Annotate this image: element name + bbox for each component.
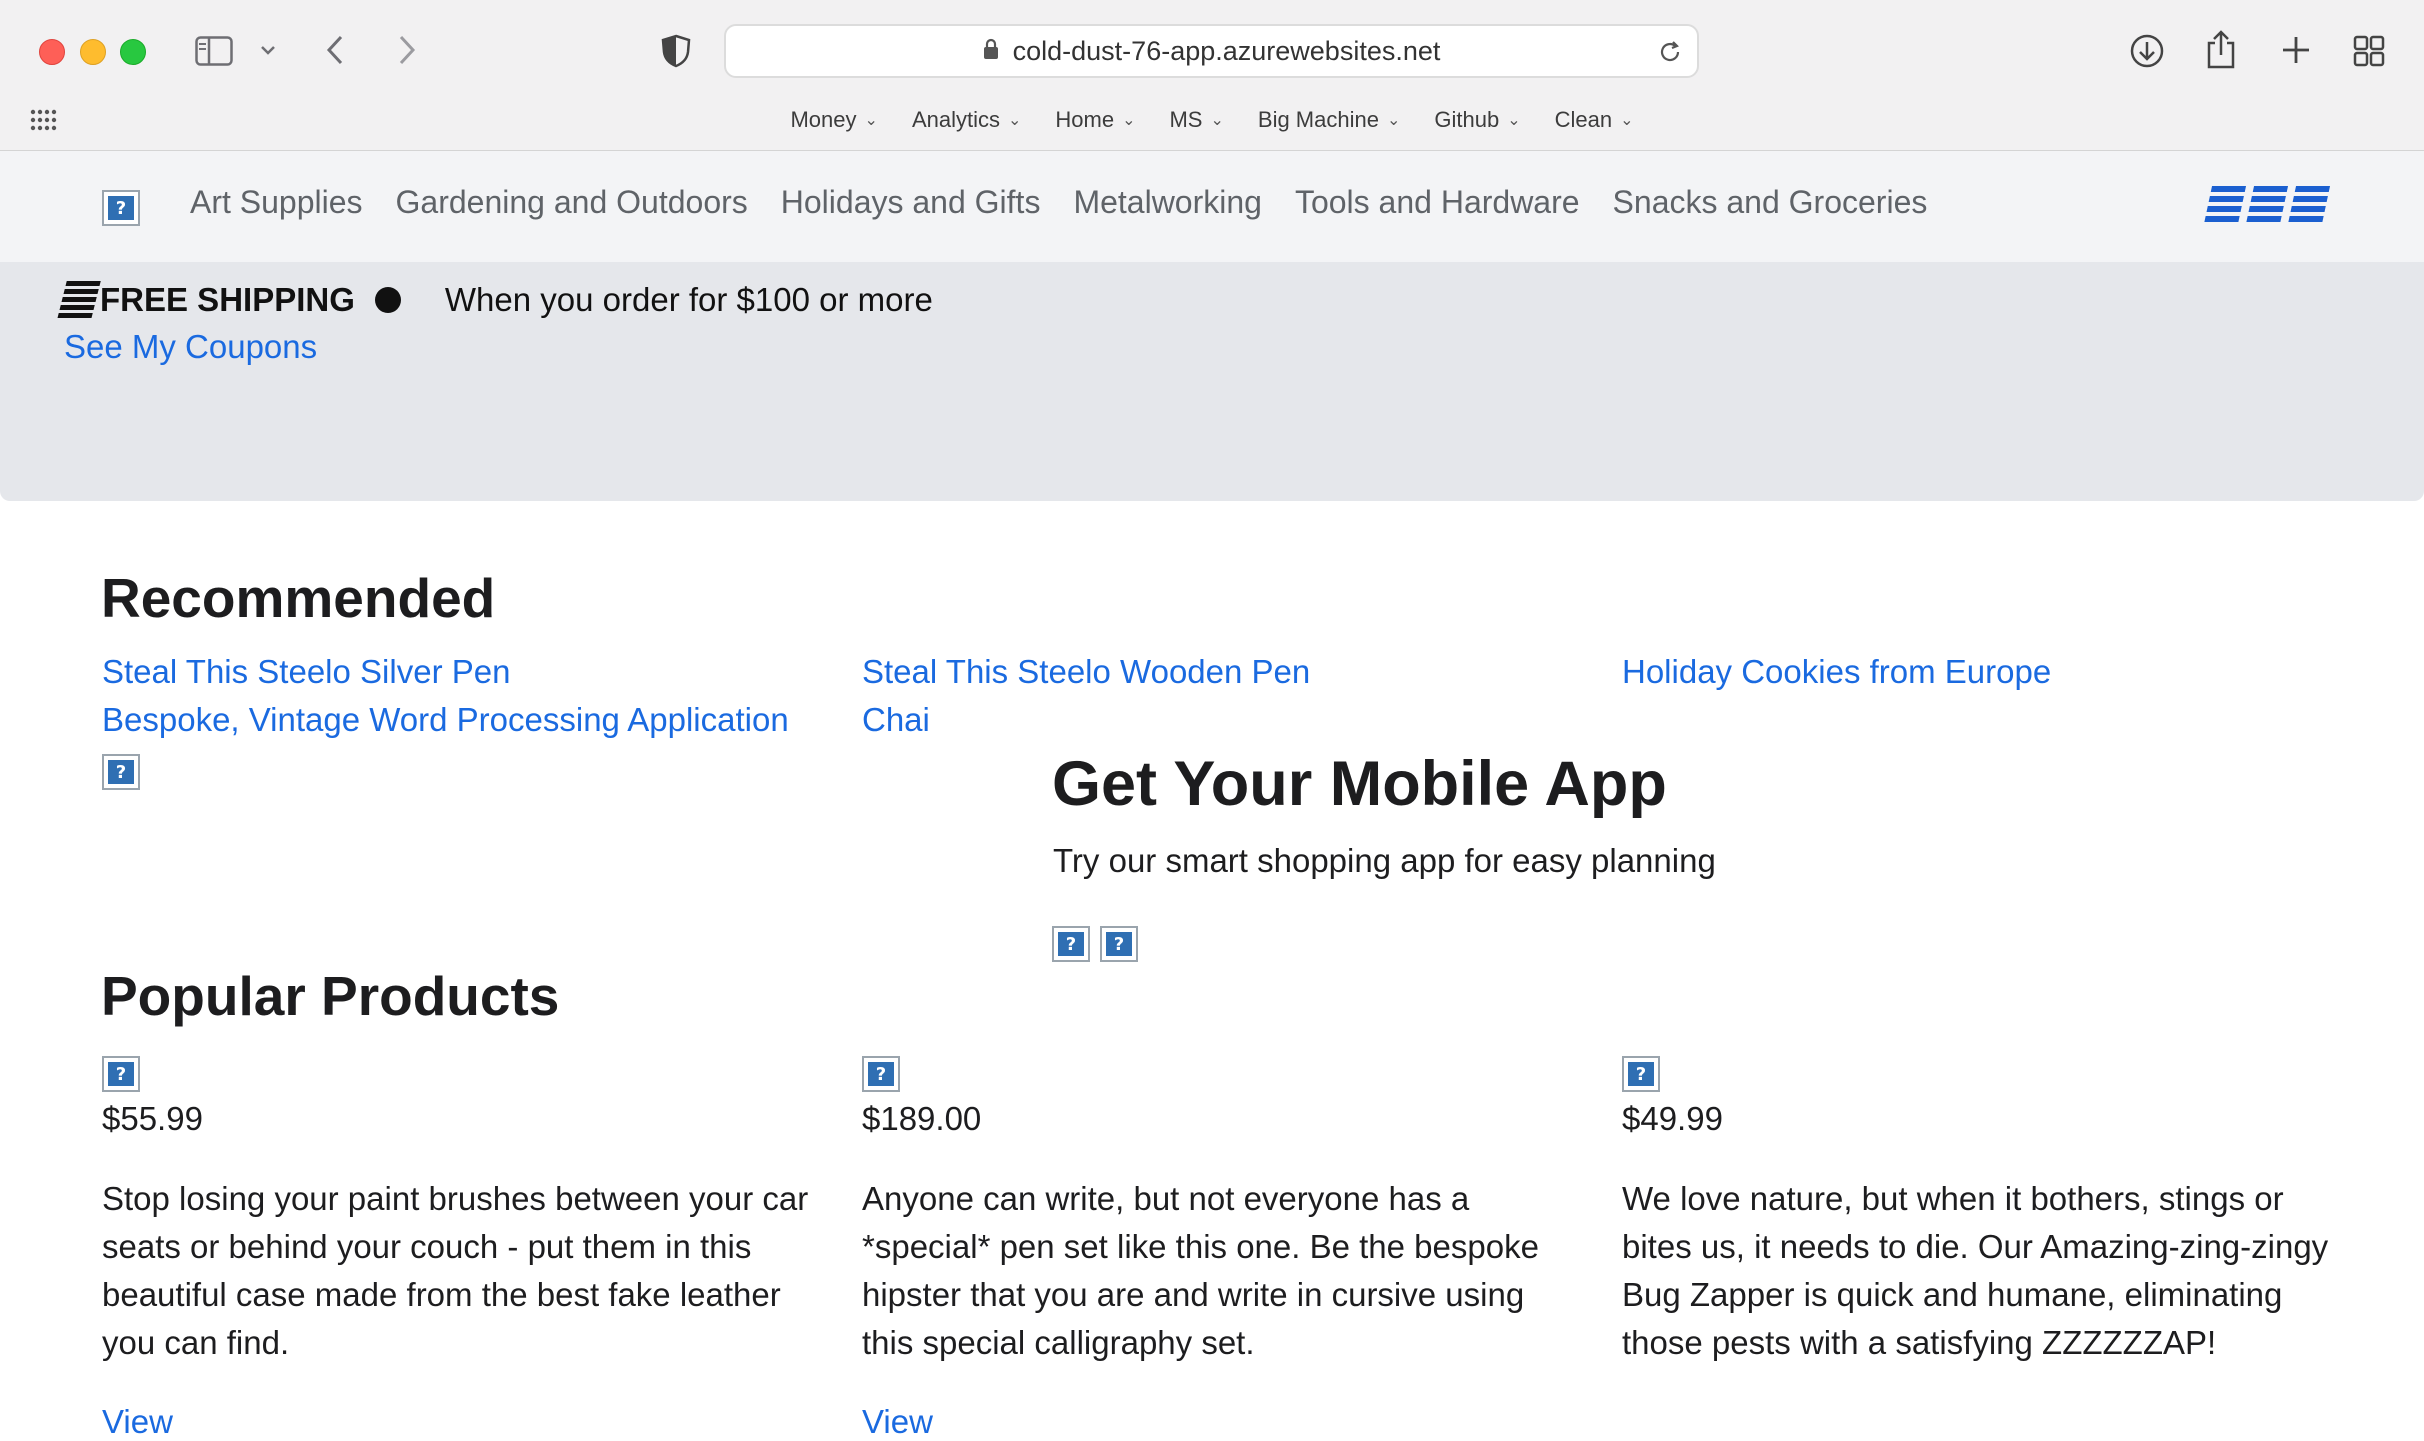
product-description: Stop losing your paint brushes between y… xyxy=(102,1180,809,1361)
chevron-down-icon: ⌄ xyxy=(1507,112,1521,129)
product-description: Anyone can write, but not everyone has a… xyxy=(862,1180,1539,1361)
bookmark-clean[interactable]: Clean ⌄ xyxy=(1555,104,1634,136)
broken-image-icon: ? xyxy=(1058,932,1084,956)
chevron-down-icon: ⌄ xyxy=(1386,112,1401,129)
bookmarks-bar: Money ⌄ Analytics ⌄ Home ⌄ MS ⌄ Big Machine ⌄… xyxy=(0,104,2424,136)
bookmark-label: Home xyxy=(1055,107,1115,132)
bookmark-label: Big Machine xyxy=(1257,107,1379,132)
recommended-image[interactable]: ? xyxy=(102,754,140,790)
shipping-icon xyxy=(57,281,101,319)
nav-tools-hardware[interactable]: Tools and Hardware xyxy=(1295,184,1580,221)
url-text: cold-dust-76-app.azurewebsites.net xyxy=(1012,35,1441,66)
product-image[interactable]: ? xyxy=(102,1056,140,1092)
share-icon[interactable] xyxy=(2204,28,2238,70)
chevron-down-icon: ⌄ xyxy=(1007,112,1022,129)
product-description: We love nature, but when it bothers, sti… xyxy=(1622,1180,2329,1361)
chevron-down-icon: ⌄ xyxy=(1122,112,1136,129)
logo-image[interactable]: ? xyxy=(102,190,140,226)
broken-image-icon: ? xyxy=(868,1062,894,1086)
privacy-shield-icon[interactable] xyxy=(660,32,692,70)
shipping-subtitle: When you order for $100 or more xyxy=(444,281,933,318)
bookmark-label: Money xyxy=(790,107,857,132)
nav-gardening-outdoors[interactable]: Gardening and Outdoors xyxy=(396,184,748,221)
nav-art-supplies[interactable]: Art Supplies xyxy=(190,184,363,221)
product-image[interactable]: ? xyxy=(862,1056,900,1092)
recommended-link[interactable]: Holiday Cookies from Europe xyxy=(1622,653,2051,691)
mobile-app-title: Get Your Mobile App xyxy=(1052,749,1667,819)
recommended-link[interactable]: Steal This Steelo Silver Pen xyxy=(102,653,510,691)
bookmark-ms[interactable]: MS ⌄ xyxy=(1169,104,1223,136)
broken-image-icon: ? xyxy=(108,760,134,784)
nav-snacks-groceries[interactable]: Snacks and Groceries xyxy=(1613,184,1928,221)
broken-image-icon: ? xyxy=(108,196,134,220)
bookmark-label: Clean xyxy=(1554,107,1613,132)
shipping-row: FREE SHIPPING When you order for $100 or… xyxy=(57,281,933,319)
product-price: $55.99 xyxy=(102,1100,203,1137)
recommended-link[interactable]: Bespoke, Vintage Word Processing Applica… xyxy=(102,701,789,739)
popular-products-heading: Popular Products xyxy=(101,965,560,1027)
app-store-badge[interactable]: ? xyxy=(1052,926,1090,962)
bookmark-label: Github xyxy=(1434,107,1500,132)
menu-icon[interactable] xyxy=(2204,186,2247,224)
product-image[interactable]: ? xyxy=(1622,1056,1660,1092)
back-icon[interactable] xyxy=(322,32,348,68)
menu-icon[interactable] xyxy=(2288,186,2331,224)
minimize-window-button[interactable] xyxy=(80,39,106,65)
broken-image-icon: ? xyxy=(1106,932,1132,956)
chevron-down-icon[interactable] xyxy=(258,38,278,62)
shipping-title: FREE SHIPPING xyxy=(100,281,355,318)
see-my-coupons-link[interactable]: See My Coupons xyxy=(64,328,317,366)
menu-icon[interactable] xyxy=(2246,186,2289,224)
bookmark-label: Analytics xyxy=(911,107,1000,132)
forward-icon[interactable] xyxy=(394,32,420,68)
broken-image-icon: ? xyxy=(108,1062,134,1086)
bookmark-label: MS xyxy=(1169,107,1203,132)
bullet-dot xyxy=(374,287,401,313)
category-nav: Art Supplies Gardening and Outdoors Holi… xyxy=(190,184,1927,221)
play-store-badge[interactable]: ? xyxy=(1100,926,1138,962)
reload-icon[interactable] xyxy=(1657,39,1683,70)
product-price: $49.99 xyxy=(1622,1100,1723,1137)
broken-image-icon: ? xyxy=(1628,1062,1654,1086)
bookmark-home[interactable]: Home ⌄ xyxy=(1055,104,1135,136)
address-bar[interactable]: cold-dust-76-app.azurewebsites.net xyxy=(724,24,1699,78)
chevron-down-icon: ⌄ xyxy=(864,112,878,129)
view-product-link[interactable]: View xyxy=(862,1403,933,1441)
downloads-icon[interactable] xyxy=(2128,32,2166,70)
bookmark-big-machine[interactable]: Big Machine ⌄ xyxy=(1258,104,1400,136)
bookmark-analytics[interactable]: Analytics ⌄ xyxy=(912,104,1021,136)
view-product-link[interactable]: View xyxy=(102,1403,173,1441)
tab-overview-icon[interactable] xyxy=(2352,34,2386,68)
chevron-down-icon: ⌄ xyxy=(1620,112,1634,129)
bookmark-money[interactable]: Money ⌄ xyxy=(790,104,877,136)
bookmark-github[interactable]: Github ⌄ xyxy=(1434,104,1520,136)
nav-metalworking[interactable]: Metalworking xyxy=(1073,184,1262,221)
recommended-link[interactable]: Chai xyxy=(862,701,930,739)
nav-holidays-gifts[interactable]: Holidays and Gifts xyxy=(781,184,1041,221)
zoom-window-button[interactable] xyxy=(120,39,146,65)
menu-icons[interactable] xyxy=(2204,186,2331,224)
mobile-app-subtitle: Try our smart shopping app for easy plan… xyxy=(1053,842,1716,879)
lock-icon xyxy=(983,38,999,65)
chevron-down-icon: ⌄ xyxy=(1210,112,1224,129)
recommended-heading: Recommended xyxy=(101,567,496,629)
sidebar-icon[interactable] xyxy=(194,34,234,68)
close-window-button[interactable] xyxy=(39,39,65,65)
recommended-link[interactable]: Steal This Steelo Wooden Pen xyxy=(862,653,1310,691)
browser-toolbar: cold-dust-76-app.azurewebsites.net Money… xyxy=(0,0,2424,151)
new-tab-icon[interactable] xyxy=(2280,34,2312,66)
product-price: $189.00 xyxy=(862,1100,982,1137)
